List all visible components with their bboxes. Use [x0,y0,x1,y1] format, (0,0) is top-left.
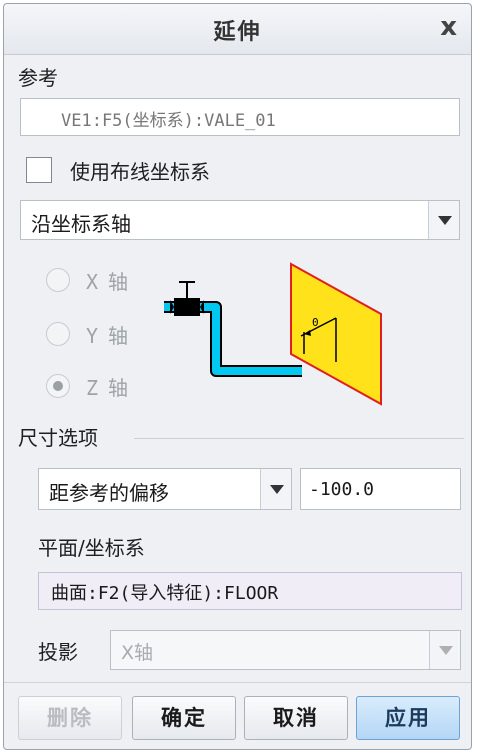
close-icon[interactable]: x [440,12,457,42]
dimension-options-label: 尺寸选项 [18,426,98,450]
reference-field[interactable]: VE1:F5(坐标系):VALE_01 [20,98,460,136]
use-routing-csys-label: 使用布线坐标系 [70,160,210,184]
footer-divider [4,682,471,683]
dialog-title: 延伸 [213,20,262,45]
group-divider [134,438,464,439]
direction-select[interactable]: 沿坐标系轴 [20,200,460,240]
projection-select-value: X轴 [121,642,154,664]
title-bar[interactable]: 延伸 x [4,4,471,55]
chevron-down-icon[interactable] [429,631,460,669]
delete-button[interactable]: 删除 [18,696,122,740]
radio-x-axis-label: X轴 [86,270,129,294]
chevron-down-icon[interactable] [428,201,459,239]
use-routing-csys-checkbox[interactable] [26,157,52,183]
offset-mode-select[interactable]: 距参考的偏移 [38,468,292,510]
radio-z-axis[interactable] [46,374,70,398]
radio-y-axis[interactable] [46,322,70,346]
dimension-label: 0 [312,316,319,329]
ok-button[interactable]: 确定 [132,696,236,740]
direction-select-value: 沿坐标系轴 [31,212,131,236]
plane-shape [290,262,382,406]
apply-button[interactable]: 应用 [356,696,460,740]
chevron-down-icon[interactable] [260,469,291,509]
radio-x-axis[interactable] [46,268,70,292]
valve-icon [170,281,204,316]
plane-csys-field[interactable]: 曲面:F2(导入特征):FLOOR [38,572,462,610]
plane-csys-label: 平面/坐标系 [38,536,145,560]
offset-mode-value: 距参考的偏移 [49,481,169,505]
extend-dialog: 延伸 x 参考 VE1:F5(坐标系):VALE_01 使用布线坐标系 沿坐标系… [3,3,472,750]
reference-label: 参考 [18,66,58,90]
offset-value-input[interactable]: -100.0 [300,468,461,510]
radio-z-axis-label: Z轴 [86,376,129,400]
projection-select[interactable]: X轴 [110,630,461,670]
extend-diagram: 0 [164,262,382,406]
radio-y-axis-label: Y轴 [86,324,129,348]
pipe-shape [164,301,302,377]
projection-label: 投影 [38,640,78,664]
cancel-button[interactable]: 取消 [244,696,348,740]
